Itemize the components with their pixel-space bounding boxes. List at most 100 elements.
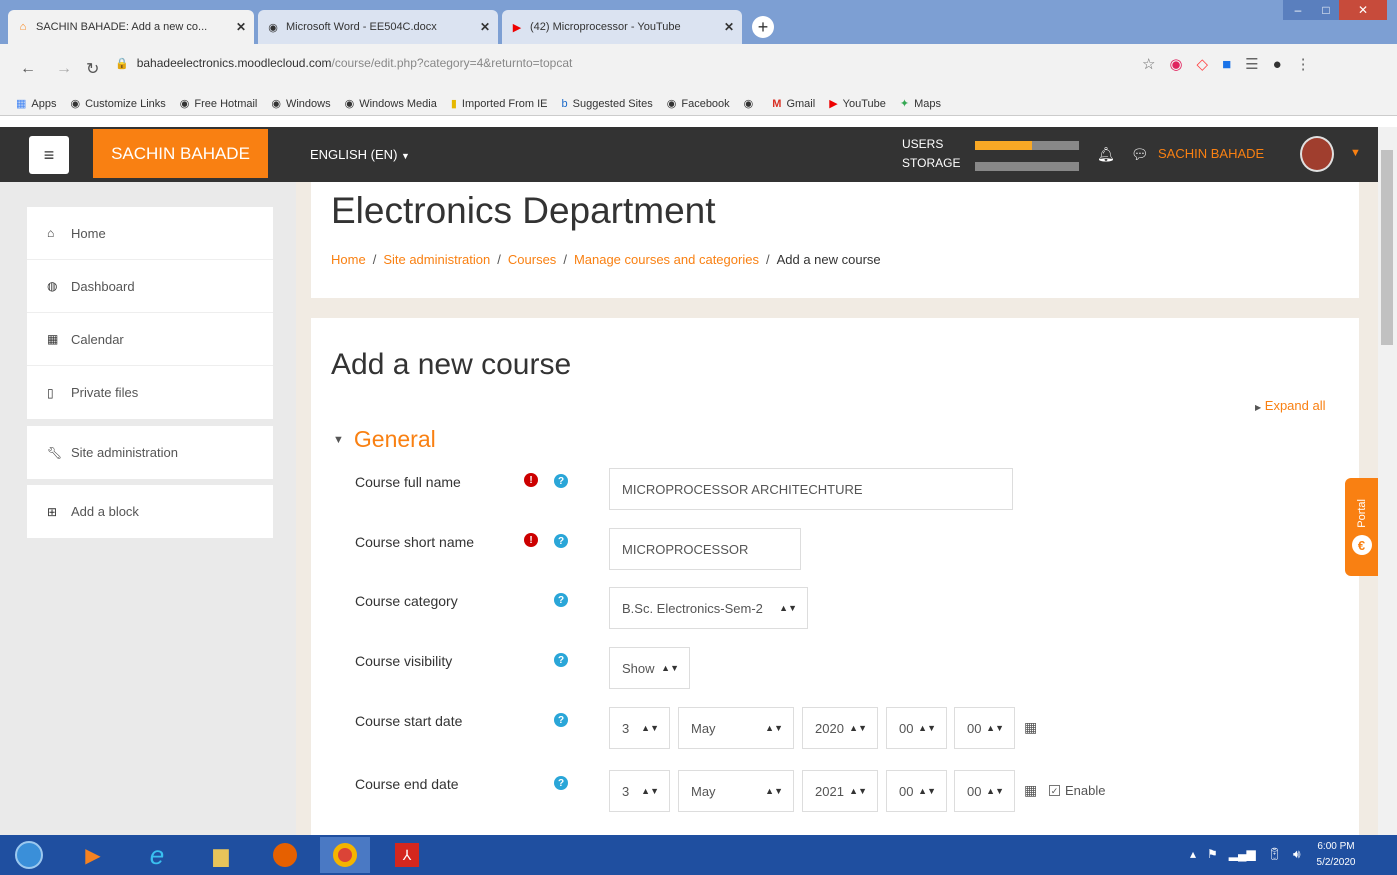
taskbar-file-explorer[interactable]: ▆	[196, 837, 246, 873]
drawer-item-private-files[interactable]: ▯ Private files	[27, 366, 273, 419]
bookmark-unnamed[interactable]: ◉	[744, 97, 759, 110]
calendar-icon[interactable]: ▦	[1024, 782, 1037, 799]
bookmark-customize-links[interactable]: ◉ Customize Links	[70, 97, 165, 111]
select-value: 2020	[815, 720, 844, 736]
extension-icon[interactable]: ◇	[1197, 55, 1209, 73]
new-tab-button[interactable]: +	[752, 16, 774, 38]
volume-icon[interactable]: 🔊︎	[1293, 847, 1301, 862]
end-hour-select[interactable]: 00 ▲▼	[886, 770, 947, 812]
help-icon[interactable]: ?	[554, 776, 568, 790]
address-bar[interactable]: 🔒 bahadeelectronics.moodlecloud.com /cou…	[115, 51, 1115, 75]
portal-side-tab[interactable]: Portal €	[1345, 478, 1378, 576]
help-icon[interactable]: ?	[554, 653, 568, 667]
end-year-select[interactable]: 2021 ▲▼	[802, 770, 878, 812]
drawer-item-home[interactable]: ⌂ Home	[27, 207, 273, 260]
end-month-select[interactable]: May ▲▼	[678, 770, 794, 812]
taskbar-chrome[interactable]	[320, 837, 370, 873]
bookmark-apps[interactable]: ▦ Apps	[16, 97, 56, 111]
taskbar-firefox[interactable]	[260, 837, 310, 873]
system-clock[interactable]: 6:00 PM 5/2/2020	[1308, 839, 1364, 871]
expand-all-link[interactable]: ▶ Expand all	[1255, 398, 1326, 413]
drawer-item-site-administration[interactable]: 🔧︎ Site administration	[27, 426, 273, 479]
maximize-button[interactable]: □	[1313, 0, 1339, 20]
bookmark-maps[interactable]: ✦ Maps	[900, 97, 941, 111]
select-value: May	[691, 720, 716, 736]
avatar[interactable]	[1300, 136, 1334, 172]
help-icon[interactable]: ?	[554, 474, 568, 488]
bookmark-youtube[interactable]: ▶ YouTube	[829, 97, 886, 111]
globe-icon: ◉	[344, 98, 355, 110]
select-value: 2021	[815, 783, 844, 799]
close-icon[interactable]: ✕	[236, 20, 246, 34]
close-icon[interactable]: ✕	[724, 20, 734, 34]
show-hidden-icons-icon[interactable]: ▴	[1190, 847, 1196, 862]
caret-down-icon: ▼	[333, 434, 344, 446]
bookmark-free-hotmail[interactable]: ◉ Free Hotmail	[180, 97, 258, 111]
end-date-enable-checkbox[interactable]: ✓ Enable	[1049, 783, 1105, 798]
bookmark-suggested-sites[interactable]: b Suggested Sites	[562, 98, 653, 110]
bookmark-windows[interactable]: ◉ Windows	[271, 97, 330, 111]
user-name[interactable]: SACHIN BAHADE	[1158, 146, 1264, 161]
drawer-item-dashboard[interactable]: ◍ Dashboard	[27, 260, 273, 313]
taskbar-acrobat[interactable]: ⅄	[382, 837, 432, 873]
bell-icon[interactable]: 🔔︎	[1097, 146, 1115, 163]
section-title: General	[353, 426, 436, 452]
tab-youtube[interactable]: ▶ (42) Microprocessor - YouTube ✕	[502, 10, 742, 44]
extension-icon[interactable]: ◉	[1169, 55, 1182, 73]
drawer-item-calendar[interactable]: ▦ Calendar	[27, 313, 273, 366]
start-button[interactable]	[4, 837, 54, 873]
breadcrumb-site-administration[interactable]: Site administration	[383, 252, 490, 267]
bookmark-gmail[interactable]: M Gmail	[772, 98, 815, 110]
reading-list-icon[interactable]: ☰	[1245, 55, 1258, 73]
course-fullname-input[interactable]: MICROPROCESSOR ARCHITECHTURE	[609, 468, 1013, 510]
start-hour-select[interactable]: 00 ▲▼	[886, 707, 947, 749]
site-name-link[interactable]: SACHIN BAHADE	[93, 129, 268, 178]
tab-word-doc[interactable]: ◉ Microsoft Word - EE504C.docx ✕	[258, 10, 498, 44]
add-block-link[interactable]: ⊞ Add a block	[27, 485, 273, 538]
course-shortname-input[interactable]: MICROPROCESSOR	[609, 528, 801, 570]
course-category-select[interactable]: B.Sc. Electronics-Sem-2 ▲▼	[609, 587, 808, 629]
language-menu[interactable]: ENGLISH (EN) ▼	[310, 147, 410, 162]
start-minute-select[interactable]: 00 ▲▼	[954, 707, 1015, 749]
tab-moodle[interactable]: ⌂ SACHIN BAHADE: Add a new co... ✕	[8, 10, 254, 44]
chrome-icon	[333, 843, 357, 867]
taskbar-media-player[interactable]: ▶	[68, 837, 118, 873]
bookmark-facebook[interactable]: ◉ Facebook	[667, 97, 730, 111]
breadcrumb-manage-courses[interactable]: Manage courses and categories	[574, 252, 759, 267]
menu-dots-icon[interactable]: ⋮	[1296, 55, 1311, 73]
start-day-select[interactable]: 3 ▲▼	[609, 707, 670, 749]
drawer-item-label: Site administration	[71, 445, 178, 460]
close-window-button[interactable]: ✕	[1339, 0, 1387, 20]
help-icon[interactable]: ?	[554, 593, 568, 607]
profile-avatar[interactable]: ●	[1273, 56, 1282, 73]
extension-icon[interactable]: ■	[1222, 56, 1231, 73]
end-day-select[interactable]: 3 ▲▼	[609, 770, 670, 812]
start-year-select[interactable]: 2020 ▲▼	[802, 707, 878, 749]
start-month-select[interactable]: May ▲▼	[678, 707, 794, 749]
back-arrow-icon[interactable]: ←	[20, 60, 36, 78]
bookmark-imported-from-ie[interactable]: ▮ Imported From IE	[451, 97, 548, 111]
help-icon[interactable]: ?	[554, 713, 568, 727]
course-visibility-select[interactable]: Show ▲▼	[609, 647, 690, 689]
close-icon[interactable]: ✕	[480, 20, 490, 34]
flag-icon[interactable]: ⚑	[1207, 847, 1218, 862]
minimize-button[interactable]: –	[1283, 0, 1313, 20]
bookmark-windows-media[interactable]: ◉ Windows Media	[344, 97, 437, 111]
power-icon[interactable]: 🔋︎	[1267, 847, 1282, 862]
breadcrumb-courses[interactable]: Courses	[508, 252, 556, 267]
help-icon[interactable]: ?	[554, 534, 568, 548]
calendar-icon[interactable]: ▦	[1024, 719, 1037, 736]
wrench-icon: 🔧︎	[47, 445, 63, 460]
general-section-toggle[interactable]: ▼ General	[333, 426, 436, 453]
chat-bubble-icon[interactable]: 💬︎	[1131, 146, 1149, 163]
taskbar-internet-explorer[interactable]: e	[132, 837, 182, 873]
scrollbar-thumb[interactable]	[1381, 150, 1393, 345]
forward-arrow-icon[interactable]: →	[56, 60, 72, 78]
reload-icon[interactable]: ↻	[86, 59, 99, 79]
network-icon[interactable]: ▂▄▆	[1229, 847, 1256, 862]
star-icon[interactable]: ☆	[1142, 55, 1155, 73]
end-minute-select[interactable]: 00 ▲▼	[954, 770, 1015, 812]
breadcrumb-home[interactable]: Home	[331, 252, 366, 267]
user-menu-caret-icon[interactable]: ▼	[1350, 147, 1361, 159]
menu-toggle-button[interactable]: ≡	[29, 136, 69, 174]
